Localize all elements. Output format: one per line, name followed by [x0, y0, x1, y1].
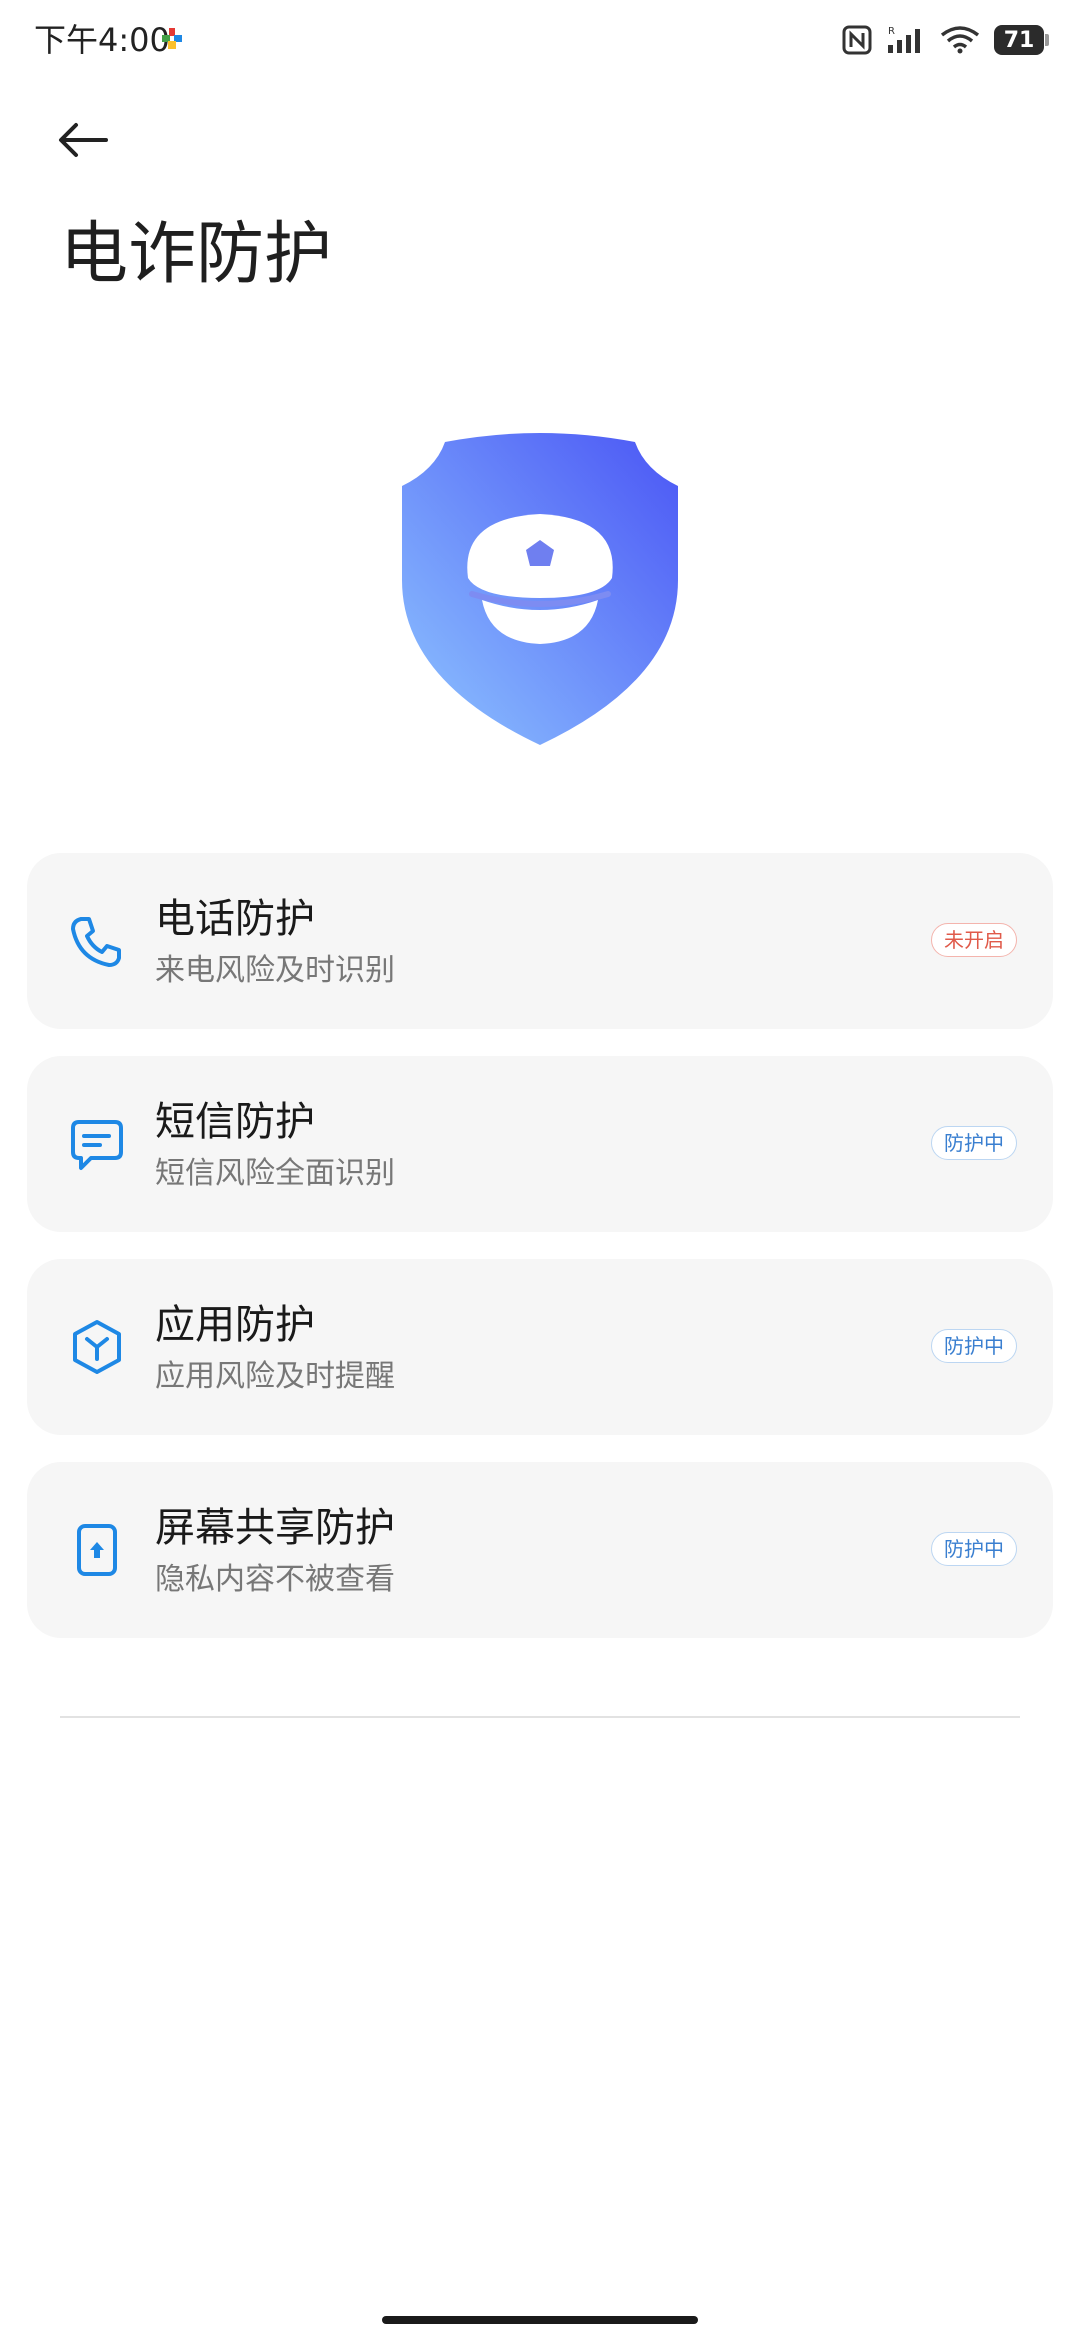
- signal-icon: R: [888, 26, 920, 53]
- card-subtitle: 隐私内容不被查看: [155, 1562, 395, 1597]
- screen-share-protection-card[interactable]: 屏幕共享防护 隐私内容不被查看 防护中: [27, 1462, 1053, 1638]
- card-subtitle: 短信风险全面识别: [155, 1156, 395, 1191]
- protection-list: 电话防护 来电风险及时识别 未开启 短信防护 短信风险全面识别 防护中 应用防护…: [27, 853, 1053, 1665]
- status-badge: 防护中: [931, 1532, 1017, 1566]
- battery-indicator: 71: [994, 25, 1049, 55]
- shield-police-cap-icon: [402, 433, 678, 745]
- card-title: 短信防护: [155, 1099, 315, 1145]
- card-title: 应用防护: [155, 1302, 315, 1348]
- svg-text:R: R: [888, 26, 895, 37]
- page-title: 电诈防护: [60, 215, 333, 294]
- card-title: 屏幕共享防护: [155, 1505, 395, 1551]
- status-badge: 防护中: [931, 1329, 1017, 1363]
- app-protection-card[interactable]: 应用防护 应用风险及时提醒 防护中: [27, 1259, 1053, 1435]
- card-subtitle: 应用风险及时提醒: [155, 1359, 395, 1394]
- divider: [60, 1716, 1020, 1718]
- phone-icon: [71, 917, 121, 967]
- arrow-left-icon: [59, 123, 108, 157]
- status-bar: 下午4:00 R 71: [0, 0, 1080, 80]
- message-icon: [71, 1120, 123, 1170]
- status-time: 下午4:00: [34, 21, 170, 59]
- wifi-icon: [940, 26, 980, 54]
- screen-share-icon: [77, 1524, 117, 1576]
- app-cube-icon: [73, 1320, 121, 1374]
- app-notification-icon: [162, 28, 182, 49]
- back-button[interactable]: [56, 110, 110, 170]
- phone-protection-card[interactable]: 电话防护 来电风险及时识别 未开启: [27, 853, 1053, 1029]
- status-icons: R 71: [842, 20, 1049, 60]
- status-badge: 防护中: [931, 1126, 1017, 1160]
- sms-protection-card[interactable]: 短信防护 短信风险全面识别 防护中: [27, 1056, 1053, 1232]
- card-title: 电话防护: [155, 896, 315, 942]
- home-indicator[interactable]: [382, 2316, 698, 2324]
- battery-level: 71: [1003, 27, 1035, 53]
- nfc-icon: [842, 25, 872, 55]
- status-badge: 未开启: [931, 923, 1017, 957]
- card-subtitle: 来电风险及时识别: [155, 953, 395, 988]
